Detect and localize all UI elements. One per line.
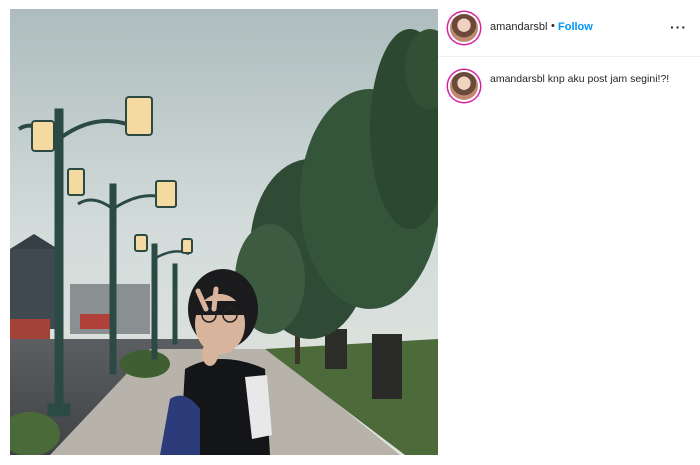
post-photo[interactable] [10, 9, 438, 455]
avatar[interactable] [450, 14, 478, 42]
caption-text: knp aku post jam segini!?! [547, 73, 670, 85]
post-username[interactable]: amandarsbl [490, 21, 547, 33]
post-header: amandarsbl • Follow ··· [438, 0, 700, 57]
caption-avatar[interactable] [450, 72, 478, 100]
caption-username[interactable]: amandarsbl [490, 73, 545, 85]
more-options-icon[interactable]: ··· [670, 19, 687, 35]
follow-button[interactable]: Follow [558, 21, 593, 33]
caption: amandarsbl knp aku post jam segini!?! [490, 73, 690, 86]
post-side-panel: amandarsbl • Follow ··· amandarsbl knp a… [438, 0, 700, 465]
separator-dot: • [551, 20, 555, 32]
